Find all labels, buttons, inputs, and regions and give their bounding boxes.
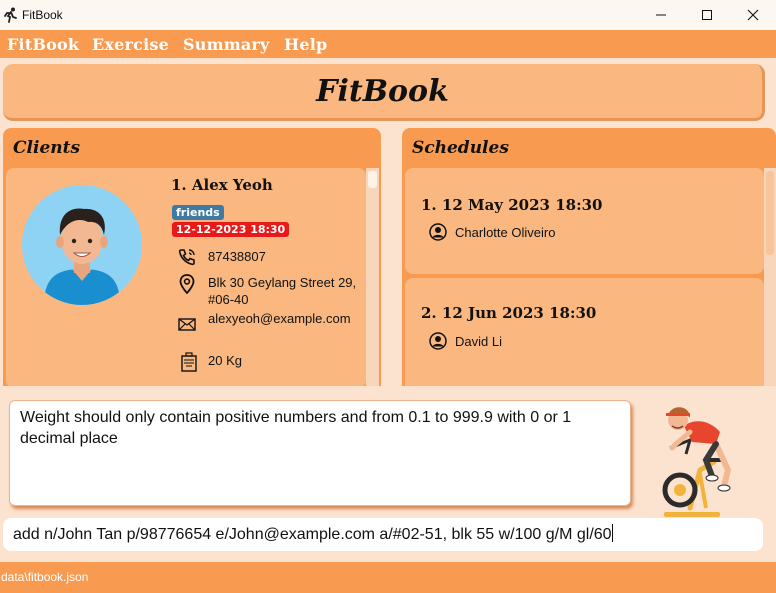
schedule-client-row: Charlotte Oliveiro bbox=[429, 223, 555, 241]
schedule-date: 2. 12 Jun 2023 18:30 bbox=[421, 304, 597, 322]
schedule-card[interactable]: 1. 12 May 2023 18:30 Charlotte Oliveiro bbox=[405, 168, 764, 274]
avatar-image bbox=[44, 208, 120, 305]
email-icon bbox=[178, 310, 200, 331]
client-name: 1. Alex Yeoh bbox=[171, 176, 273, 194]
user-icon bbox=[429, 332, 447, 350]
client-weight: 20 Kg bbox=[208, 353, 242, 368]
command-input-text: add n/John Tan p/98776654 e/John@example… bbox=[13, 526, 612, 543]
status-bar: data\fitbook.json bbox=[0, 562, 776, 593]
schedules-scrollbar-thumb[interactable] bbox=[766, 171, 774, 255]
menu-exercise[interactable]: Exercise bbox=[92, 35, 169, 54]
schedule-date: 1. 12 May 2023 18:30 bbox=[421, 196, 603, 214]
result-display: Weight should only contain positive numb… bbox=[9, 400, 631, 506]
menu-bar: FitBook Exercise Summary Help bbox=[0, 30, 776, 58]
result-message: Weight should only contain positive numb… bbox=[20, 409, 572, 447]
phone-row: 87438807 bbox=[178, 248, 363, 268]
client-address: Blk 30 Geylang Street 29, #06-40 bbox=[208, 275, 357, 307]
user-icon bbox=[429, 223, 447, 241]
tag-friends: friends bbox=[172, 205, 224, 220]
client-phone: 87438807 bbox=[208, 249, 266, 264]
menu-help[interactable]: Help bbox=[284, 35, 327, 54]
location-icon bbox=[178, 274, 200, 294]
weight-scale-icon bbox=[180, 352, 202, 372]
maximize-icon bbox=[702, 10, 712, 20]
clients-panel: Clients 1. Alex Yeoh friends 12-12-2023 … bbox=[3, 128, 381, 386]
clients-scrollbar-thumb[interactable] bbox=[368, 171, 377, 188]
schedule-card[interactable]: 2. 12 Jun 2023 18:30 David Li bbox=[405, 278, 764, 386]
menu-fitbook[interactable]: FitBook bbox=[7, 35, 79, 54]
tag-appointment-date: 12-12-2023 18:30 bbox=[172, 222, 290, 237]
save-file-path: data\fitbook.json bbox=[1, 570, 89, 584]
avatar bbox=[22, 185, 142, 305]
schedules-panel-title: Schedules bbox=[412, 138, 509, 158]
close-icon bbox=[747, 9, 759, 21]
clients-panel-title: Clients bbox=[13, 138, 81, 158]
minimize-button[interactable] bbox=[638, 0, 684, 30]
window-title: FitBook bbox=[22, 8, 63, 22]
schedule-client-name: David Li bbox=[455, 333, 502, 349]
app-header-title: FitBook bbox=[316, 73, 449, 109]
client-email: alexyeoh@example.com bbox=[208, 311, 351, 326]
maximize-button[interactable] bbox=[684, 0, 730, 30]
command-input[interactable]: add n/John Tan p/98776654 e/John@example… bbox=[3, 518, 763, 551]
email-row: alexyeoh@example.com bbox=[178, 310, 363, 331]
schedules-scrollbar[interactable] bbox=[764, 168, 776, 386]
schedule-client-name: Charlotte Oliveiro bbox=[455, 224, 556, 240]
runner-icon bbox=[4, 7, 17, 23]
menu-summary[interactable]: Summary bbox=[183, 35, 270, 54]
clients-scrollbar[interactable] bbox=[366, 168, 379, 386]
schedule-client-row: David Li bbox=[429, 332, 502, 350]
weight-row: 20 Kg bbox=[178, 352, 363, 372]
client-card[interactable]: 1. Alex Yeoh friends 12-12-2023 18:30 87… bbox=[6, 168, 366, 386]
phone-icon bbox=[178, 248, 200, 268]
close-button[interactable] bbox=[730, 0, 776, 30]
text-caret bbox=[611, 524, 613, 542]
schedules-panel: Schedules 1. 12 May 2023 18:30 Charlotte… bbox=[402, 128, 776, 386]
app-header: FitBook bbox=[3, 64, 765, 121]
window-titlebar: FitBook bbox=[0, 0, 776, 30]
address-row: Blk 30 Geylang Street 29, #06-40 bbox=[178, 274, 363, 308]
cyclist-illustration bbox=[662, 407, 732, 517]
minimize-icon bbox=[656, 14, 666, 16]
